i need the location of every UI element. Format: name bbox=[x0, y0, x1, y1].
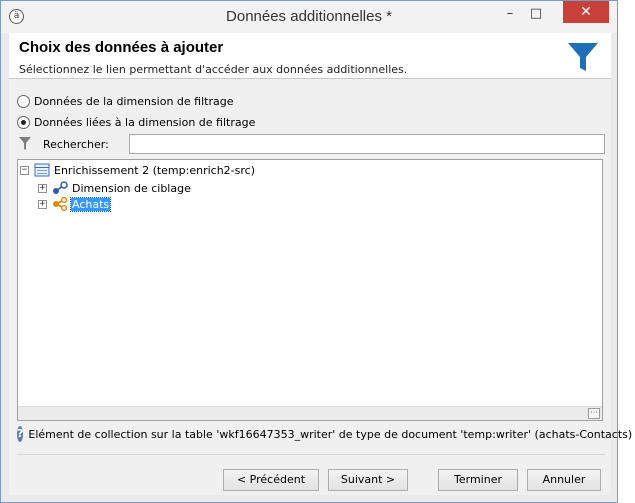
page-title: Choix des données à ajouter bbox=[19, 39, 224, 56]
wizard-body: Données de la dimension de filtrage Donn… bbox=[9, 79, 632, 495]
tree-node-achats[interactable]: + Achats bbox=[38, 196, 112, 212]
link-icon bbox=[53, 181, 68, 194]
close-button[interactable]: ✕ bbox=[563, 1, 609, 23]
search-row: Rechercher: bbox=[17, 134, 605, 156]
dialog-window: ä Données additionnelles * – □ ✕ Choix d… bbox=[0, 0, 632, 503]
info-text: Elément de collection sur la table 'wkf1… bbox=[28, 427, 633, 441]
previous-button[interactable]: < Précédent bbox=[223, 469, 319, 491]
search-label: Rechercher: bbox=[43, 138, 109, 151]
more-options-icon[interactable]: ··· bbox=[588, 408, 600, 419]
collection-link-icon bbox=[53, 197, 68, 211]
radio-label: Données liées à la dimension de filtrage bbox=[34, 115, 256, 129]
help-icon: ? bbox=[17, 426, 24, 442]
filter-icon bbox=[19, 137, 31, 150]
cancel-button[interactable]: Annuler bbox=[527, 469, 601, 491]
table-icon bbox=[34, 163, 50, 177]
tree-node-label-selected: Achats bbox=[69, 196, 112, 212]
expand-toggle-icon[interactable]: + bbox=[38, 183, 47, 193]
tree-node-label: Dimension de ciblage bbox=[72, 181, 191, 195]
divider bbox=[17, 454, 605, 455]
radio-filter-dimension-data[interactable]: Données de la dimension de filtrage bbox=[17, 93, 233, 109]
maximize-button[interactable]: □ bbox=[523, 5, 549, 23]
tree-node-root[interactable]: − Enrichissement 2 (temp:enrich2-src) bbox=[20, 162, 256, 178]
tree-node-label: Enrichissement 2 (temp:enrich2-src) bbox=[54, 163, 255, 177]
radio-linked-data[interactable]: Données liées à la dimension de filtrage bbox=[17, 114, 255, 130]
page-subtitle: Sélectionnez le lien permettant d'accéde… bbox=[19, 63, 408, 76]
next-button[interactable]: Suivant > bbox=[328, 469, 408, 491]
finish-button[interactable]: Terminer bbox=[438, 469, 518, 491]
collapse-toggle-icon[interactable]: − bbox=[20, 165, 29, 175]
tree-footer-bar: ··· bbox=[18, 406, 602, 420]
radio-button-selected[interactable] bbox=[17, 115, 30, 129]
info-row: ? Elément de collection sur la table 'wk… bbox=[17, 425, 632, 443]
expand-toggle-icon[interactable]: + bbox=[38, 199, 47, 209]
radio-button[interactable] bbox=[17, 94, 30, 108]
funnel-icon bbox=[568, 43, 598, 71]
link-tree[interactable]: − Enrichissement 2 (temp:enrich2-src) + … bbox=[17, 159, 603, 421]
minimize-button[interactable]: – bbox=[497, 5, 523, 23]
title-bar[interactable]: ä Données additionnelles * – □ ✕ bbox=[1, 1, 617, 33]
search-input[interactable] bbox=[129, 134, 605, 154]
wizard-header: Choix des données à ajouter Sélectionnez… bbox=[9, 33, 611, 79]
tree-node-targeting-dimension[interactable]: + Dimension de ciblage bbox=[38, 180, 192, 196]
radio-label: Données de la dimension de filtrage bbox=[34, 94, 234, 108]
